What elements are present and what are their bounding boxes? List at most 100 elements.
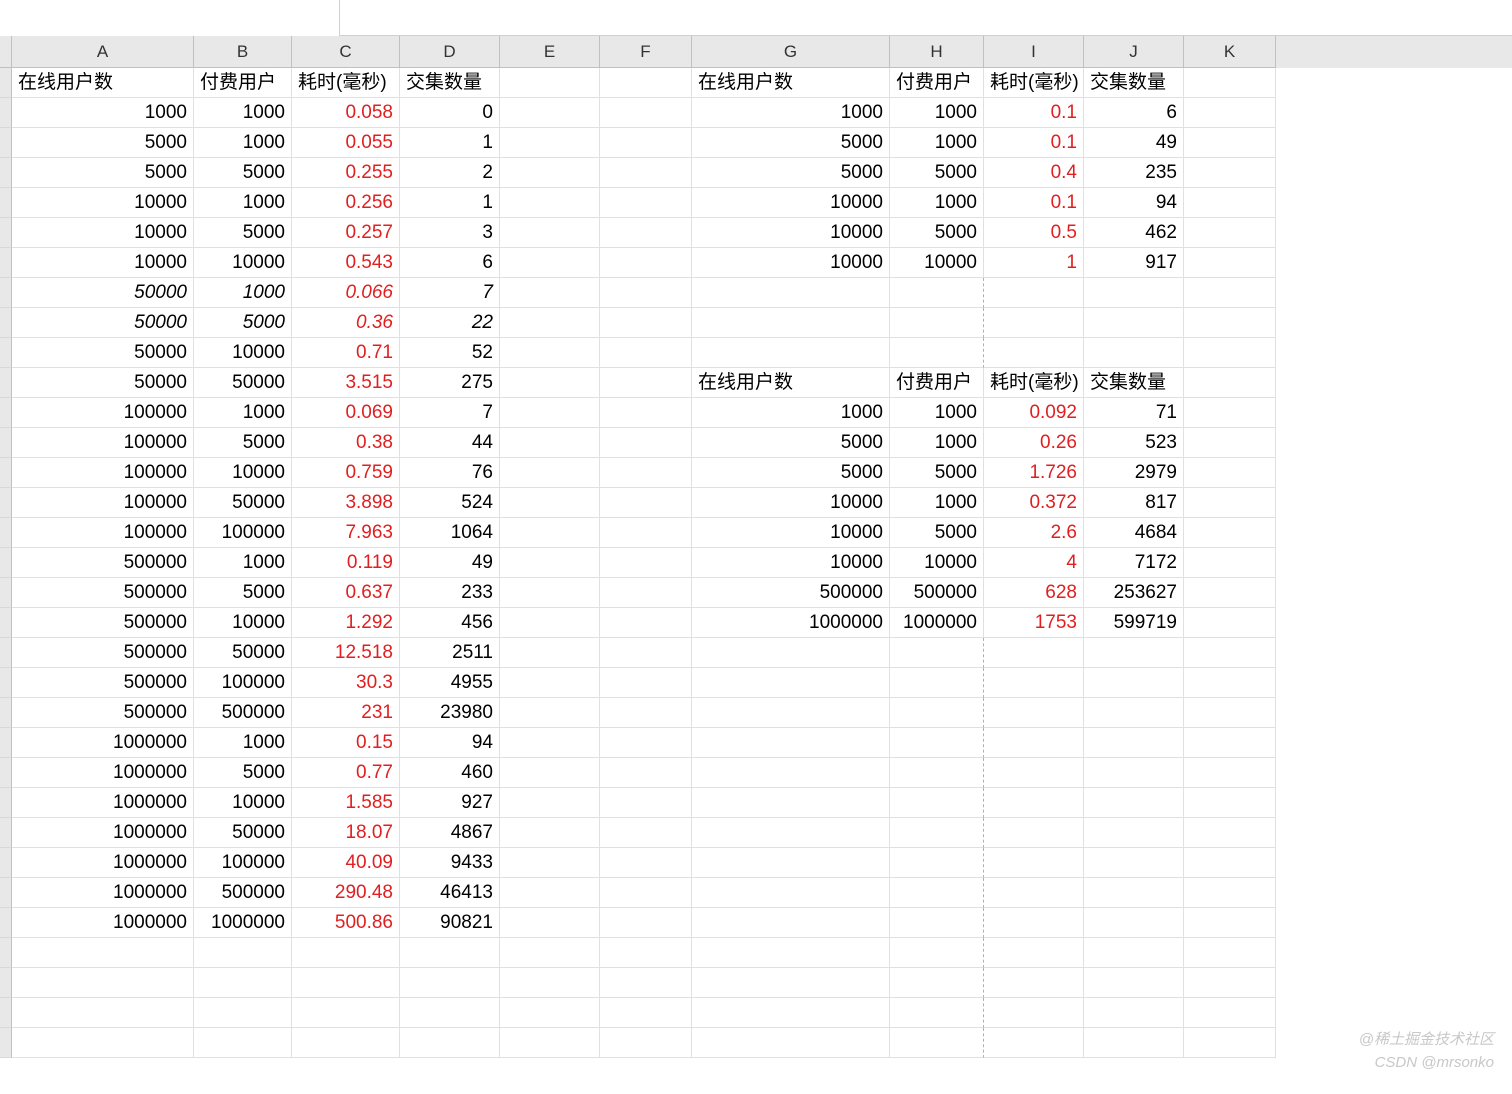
cell-paid-users[interactable]: 100000 xyxy=(194,668,292,698)
cell-intersection[interactable]: 233 xyxy=(400,578,500,608)
cell-empty[interactable] xyxy=(600,128,692,158)
cell-empty[interactable] xyxy=(1184,338,1276,368)
col-header-c[interactable]: C xyxy=(292,36,400,68)
cell-r-time[interactable]: 0.1 xyxy=(984,188,1084,218)
cell-intersection[interactable]: 927 xyxy=(400,788,500,818)
cell-empty[interactable] xyxy=(12,998,194,1028)
cell-empty[interactable] xyxy=(500,218,600,248)
cell-paid-users[interactable]: 1000 xyxy=(194,398,292,428)
cell-empty[interactable] xyxy=(600,638,692,668)
header-online-users[interactable]: 在线用户数 xyxy=(12,68,194,98)
cell-empty[interactable] xyxy=(1184,458,1276,488)
cell-empty[interactable] xyxy=(890,788,984,818)
cell-time-ms[interactable]: 0.257 xyxy=(292,218,400,248)
cell-online-users[interactable]: 1000000 xyxy=(12,848,194,878)
cell-online-users[interactable]: 1000 xyxy=(12,98,194,128)
cell-intersection[interactable]: 0 xyxy=(400,98,500,128)
cell-empty[interactable] xyxy=(1184,518,1276,548)
cell-empty[interactable] xyxy=(1184,218,1276,248)
cell-r-intersection[interactable]: 253627 xyxy=(1084,578,1184,608)
cell-r-time[interactable]: 1753 xyxy=(984,608,1084,638)
cell-empty[interactable] xyxy=(890,1028,984,1058)
cell-online-users[interactable]: 100000 xyxy=(12,518,194,548)
cell-online-users[interactable]: 500000 xyxy=(12,608,194,638)
col-header-j[interactable]: J xyxy=(1084,36,1184,68)
cell-time-ms[interactable]: 0.759 xyxy=(292,458,400,488)
cell-empty[interactable] xyxy=(1084,878,1184,908)
col-header-d[interactable]: D xyxy=(400,36,500,68)
cell-empty[interactable] xyxy=(692,818,890,848)
cell-paid-users[interactable]: 10000 xyxy=(194,788,292,818)
cell-paid-users[interactable]: 1000 xyxy=(194,728,292,758)
cell-empty[interactable] xyxy=(600,938,692,968)
cell-online-users[interactable]: 50000 xyxy=(12,278,194,308)
cell-empty[interactable] xyxy=(692,878,890,908)
cell-intersection[interactable]: 23980 xyxy=(400,698,500,728)
cell-r-paid[interactable]: 5000 xyxy=(890,458,984,488)
cell-online-users[interactable]: 1000000 xyxy=(12,758,194,788)
cell-empty[interactable] xyxy=(984,308,1084,338)
row-header[interactable] xyxy=(0,608,12,638)
cell-online-users[interactable]: 100000 xyxy=(12,398,194,428)
cell-empty[interactable] xyxy=(1084,698,1184,728)
cell-paid-users[interactable]: 50000 xyxy=(194,818,292,848)
cell-intersection[interactable]: 22 xyxy=(400,308,500,338)
cell-empty[interactable] xyxy=(984,668,1084,698)
cell-empty[interactable] xyxy=(1184,308,1276,338)
row-header[interactable] xyxy=(0,158,12,188)
cell-time-ms[interactable]: 1.585 xyxy=(292,788,400,818)
cell-empty[interactable] xyxy=(890,998,984,1028)
col-header-a[interactable]: A xyxy=(12,36,194,68)
cell-empty[interactable] xyxy=(500,878,600,908)
cell-empty[interactable] xyxy=(600,578,692,608)
col-header-k[interactable]: K xyxy=(1184,36,1276,68)
row-header[interactable] xyxy=(0,428,12,458)
cell-empty[interactable] xyxy=(400,968,500,998)
row-header[interactable] xyxy=(0,848,12,878)
cell-r-online[interactable]: 5000 xyxy=(692,128,890,158)
cell-empty[interactable] xyxy=(400,938,500,968)
row-header[interactable] xyxy=(0,248,12,278)
cell-paid-users[interactable]: 5000 xyxy=(194,218,292,248)
cell-empty[interactable] xyxy=(1084,1028,1184,1058)
row-header[interactable] xyxy=(0,728,12,758)
cell-empty[interactable] xyxy=(1184,728,1276,758)
row-header[interactable] xyxy=(0,668,12,698)
cell-empty[interactable] xyxy=(1084,758,1184,788)
cell-empty[interactable] xyxy=(890,818,984,848)
cell-intersection[interactable]: 456 xyxy=(400,608,500,638)
cell-empty[interactable] xyxy=(1184,278,1276,308)
cell-r-online[interactable]: 10000 xyxy=(692,488,890,518)
cell-empty[interactable] xyxy=(500,308,600,338)
cell-empty[interactable] xyxy=(1184,1028,1276,1058)
cell-paid-users[interactable]: 1000 xyxy=(194,188,292,218)
row-header[interactable] xyxy=(0,818,12,848)
cell-empty[interactable] xyxy=(600,848,692,878)
cell-empty[interactable] xyxy=(890,308,984,338)
cell-paid-users[interactable]: 1000000 xyxy=(194,908,292,938)
cell-empty[interactable] xyxy=(984,278,1084,308)
header-time-ms[interactable]: 耗时(毫秒) xyxy=(292,68,400,98)
cell-empty[interactable] xyxy=(600,668,692,698)
row-header[interactable] xyxy=(0,278,12,308)
cell-r-online[interactable]: 5000 xyxy=(692,458,890,488)
cell-online-users[interactable]: 10000 xyxy=(12,218,194,248)
cell-empty[interactable] xyxy=(500,458,600,488)
cell-time-ms[interactable]: 40.09 xyxy=(292,848,400,878)
cell-intersection[interactable]: 2 xyxy=(400,158,500,188)
cell-empty[interactable] xyxy=(984,788,1084,818)
cell-empty[interactable] xyxy=(890,338,984,368)
cell-empty[interactable] xyxy=(600,458,692,488)
cell-r-online[interactable]: 10000 xyxy=(692,548,890,578)
cell-intersection[interactable]: 3 xyxy=(400,218,500,248)
cell-empty[interactable] xyxy=(1084,308,1184,338)
cell-empty[interactable] xyxy=(500,968,600,998)
cell-r-time[interactable]: 0.26 xyxy=(984,428,1084,458)
row-header[interactable] xyxy=(0,998,12,1028)
cell-empty[interactable] xyxy=(600,998,692,1028)
cell-empty[interactable] xyxy=(12,938,194,968)
cell-empty[interactable] xyxy=(500,278,600,308)
cell-r-time[interactable]: 4 xyxy=(984,548,1084,578)
cell-time-ms[interactable]: 3.898 xyxy=(292,488,400,518)
cell-empty[interactable] xyxy=(692,338,890,368)
